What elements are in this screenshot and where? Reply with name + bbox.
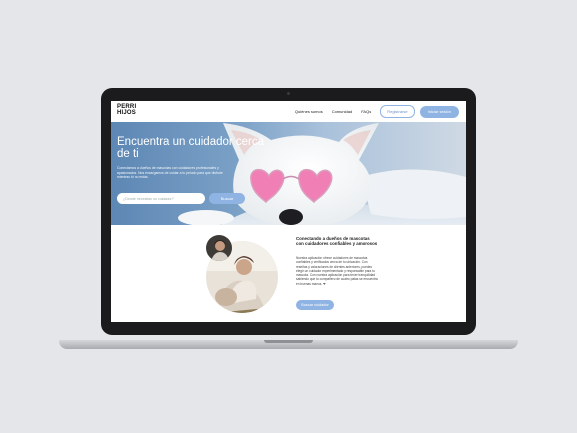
brand-logo-line2: HIJOS: [117, 110, 137, 116]
laptop-base-notch: [264, 340, 313, 343]
laptop-screen: PERRI HIJOS Quiénes somos Comunidad FAQs…: [111, 101, 466, 322]
hero-banner: Encuentra un cuidador cerca de ti Conect…: [111, 122, 466, 225]
location-search-input[interactable]: ¿Dónde necesitas un cuidador?: [117, 193, 205, 204]
search-button[interactable]: Buscar: [209, 193, 245, 204]
find-sitter-button[interactable]: Buscar cuidador: [296, 300, 334, 310]
connect-section: Conectando a dueños de mascotas con cuid…: [111, 225, 466, 322]
owner-photo: [206, 235, 232, 261]
laptop-lid: PERRI HIJOS Quiénes somos Comunidad FAQs…: [101, 88, 476, 335]
main-nav: Quiénes somos Comunidad FAQs Registrarse…: [295, 101, 466, 122]
brand-logo[interactable]: PERRI HIJOS: [117, 104, 143, 119]
site-header: PERRI HIJOS Quiénes somos Comunidad FAQs…: [111, 101, 466, 122]
hero-subtitle: Conectamos a dueños de mascotas con cuid…: [117, 166, 223, 180]
webcam: [287, 92, 290, 95]
register-button[interactable]: Registrarse: [380, 105, 415, 118]
nav-link-about[interactable]: Quiénes somos: [295, 109, 323, 114]
login-button[interactable]: Iniciar sesión: [419, 105, 459, 118]
connect-body: Nuestra aplicación ofrece cuidadores de …: [296, 256, 378, 286]
nav-link-community[interactable]: Comunidad: [332, 109, 352, 114]
connect-title: Conectando a dueños de mascotas con cuid…: [296, 236, 378, 247]
laptop-base: [59, 340, 518, 349]
nav-link-faqs[interactable]: FAQs: [361, 109, 371, 114]
hero-title: Encuentra un cuidador cerca de ti: [117, 136, 265, 160]
